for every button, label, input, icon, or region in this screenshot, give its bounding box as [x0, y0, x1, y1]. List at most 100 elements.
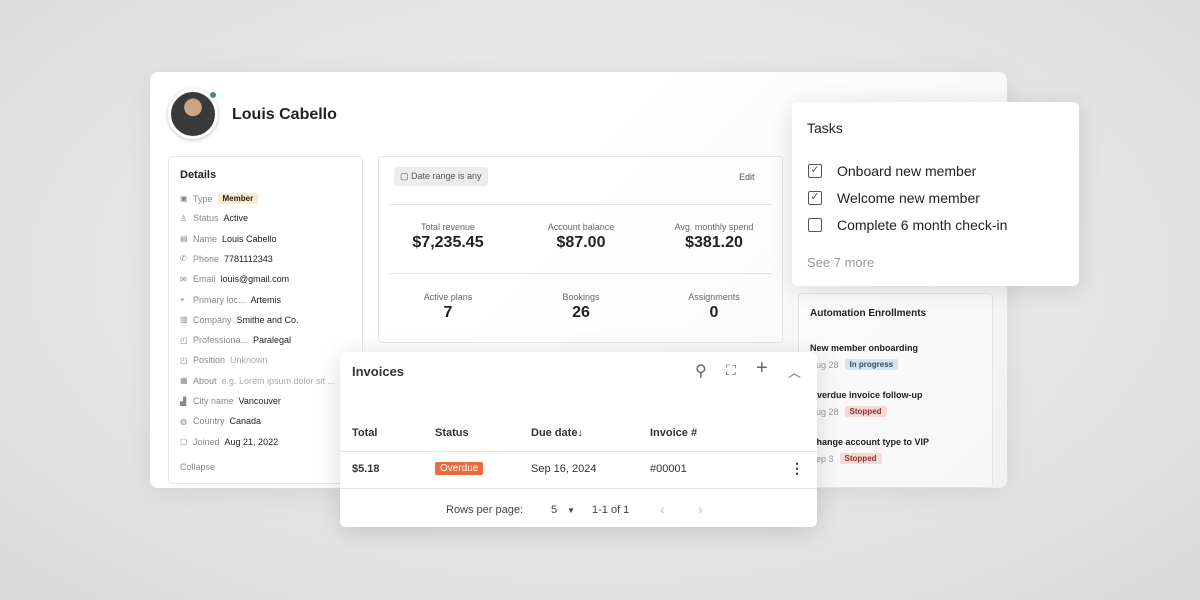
next-page-icon[interactable]: ›	[698, 501, 703, 517]
task-item[interactable]: ✓ Onboard new member	[808, 163, 976, 179]
invoice-due-date: Sep 16, 2024	[531, 463, 597, 475]
detail-row[interactable]: ◰ Professiona... Paralegal	[180, 335, 291, 345]
automation-enrollments-panel: Automation Enrollments New member onboar…	[798, 293, 993, 488]
stat-avg-monthly-spend: Avg. monthly spend $381.20	[674, 222, 754, 251]
calendar-icon: ▢	[400, 171, 412, 181]
detail-value: Active	[223, 213, 249, 224]
detail-value: Louis Cabello	[222, 233, 277, 244]
detail-label: Primary loc...	[193, 294, 246, 305]
stat-assignments: Assignments 0	[688, 292, 740, 321]
task-label: Onboard new member	[837, 163, 977, 179]
automation-name: Overdue invoice follow-up	[810, 390, 923, 400]
detail-label: Joined	[193, 436, 220, 447]
location-pin-icon: ⌖	[180, 294, 185, 304]
column-invoice-number[interactable]: Invoice #	[650, 427, 697, 439]
online-status-dot	[208, 90, 218, 100]
detail-value: Member	[217, 193, 259, 204]
detail-label: Country	[193, 416, 225, 427]
column-total[interactable]: Total	[352, 427, 377, 439]
stat-total-revenue: Total revenue $7,235.45	[412, 222, 484, 251]
automation-status-badge: Stopped	[844, 406, 887, 417]
detail-row[interactable]: ▢ Joined Aug 21, 2022	[180, 437, 278, 447]
detail-value: e.g. Lorem ipsum dolor sit ...	[221, 375, 336, 386]
details-panel: Details ▣ Type Member ♙ Status Active ▤ Name Lou…	[168, 156, 363, 484]
details-title: Details	[180, 169, 217, 181]
dropdown-caret-icon: ▼	[567, 506, 576, 515]
detail-row[interactable]: ⌖ Primary loc... Artemis	[180, 295, 281, 305]
detail-value: 7781112343	[224, 253, 273, 264]
invoices-title: Invoices	[352, 364, 405, 379]
detail-row[interactable]: ✉ Email louis@gmail.com	[180, 274, 289, 284]
detail-row[interactable]: ▦ About e.g. Lorem ipsum dolor sit ...	[180, 376, 335, 386]
automation-title: Automation Enrollments	[810, 308, 927, 319]
detail-row[interactable]: ▤ Name Louis Cabello	[180, 234, 277, 244]
about-icon: ▦	[180, 376, 188, 386]
automation-item[interactable]: New member onboarding Aug 28 In progress	[810, 343, 918, 370]
detail-row[interactable]: ▥ Company Smithe and Co.	[180, 315, 299, 325]
see-more-link[interactable]: See 7 more	[807, 255, 874, 270]
task-item[interactable]: ✓ Welcome new member	[808, 190, 980, 206]
tasks-title: Tasks	[807, 120, 843, 136]
detail-value: louis@gmail.com	[220, 274, 290, 285]
detail-row[interactable]: ♙ Status Active	[180, 213, 248, 223]
detail-row[interactable]: ◰ Position Unknown	[180, 355, 268, 365]
date-range-filter[interactable]: ▢ Date range is any	[394, 167, 488, 186]
detail-row[interactable]: ▣ Type Member	[180, 193, 259, 204]
rows-per-page-label: Rows per page:	[446, 504, 524, 516]
invoice-total: $5.18	[352, 463, 380, 475]
sort-down-arrow-icon: ↓	[577, 427, 583, 439]
detail-label: City name	[193, 396, 234, 406]
prev-page-icon[interactable]: ‹	[660, 501, 665, 517]
checkbox-checked-icon[interactable]: ✓	[808, 191, 822, 205]
company-icon: ▥	[180, 315, 188, 325]
collapse-link[interactable]: Collapse	[180, 462, 215, 472]
detail-label: Status	[193, 213, 219, 224]
detail-label: Phone	[193, 253, 220, 264]
pagination-range: 1-1 of 1	[592, 504, 630, 516]
detail-label: Company	[193, 314, 232, 325]
detail-row[interactable]: ◍ Country Canada	[180, 416, 261, 426]
globe-icon: ◍	[180, 416, 187, 426]
detail-label: Email	[193, 274, 216, 285]
detail-label: Position	[193, 355, 226, 366]
profile-name: Louis Cabello	[232, 106, 337, 123]
task-item[interactable]: Complete 6 month check-in	[808, 217, 1007, 233]
task-label: Complete 6 month check-in	[837, 217, 1008, 233]
detail-row[interactable]: ▟ City name Vancouver	[180, 396, 281, 406]
add-icon[interactable]: +	[756, 357, 768, 380]
detail-value: Vancouver	[238, 396, 281, 406]
column-status[interactable]: Status	[435, 427, 469, 439]
stat-account-balance: Account balance $87.00	[547, 222, 615, 251]
expand-icon[interactable]: ⛶	[726, 362, 736, 379]
automation-name: New member onboarding	[810, 343, 919, 353]
name-card-icon: ▤	[180, 234, 188, 244]
id-card-icon: ▣	[180, 194, 188, 203]
edit-button[interactable]: Edit	[739, 172, 755, 182]
automation-status-badge: In progress	[844, 359, 899, 370]
rows-per-page-select[interactable]: 5 ▼	[551, 504, 575, 516]
detail-value: Artemis	[250, 294, 282, 305]
checkbox-empty-icon[interactable]	[808, 218, 822, 232]
briefcase-icon: ◰	[180, 355, 188, 365]
detail-label: Professiona...	[193, 335, 249, 346]
detail-value: Canada	[229, 416, 262, 427]
row-more-menu-icon[interactable]: ⋮	[790, 460, 804, 477]
detail-value: Aug 21, 2022	[224, 436, 279, 447]
city-icon: ▟	[180, 396, 187, 406]
automation-item[interactable]: Change account type to VIP Sep 3 Stopped	[810, 437, 929, 464]
invoice-number: #00001	[650, 463, 687, 475]
stat-bookings: Bookings 26	[562, 292, 600, 321]
detail-row[interactable]: ✆ Phone 7781112343	[180, 254, 273, 264]
collapse-chevron-up-icon[interactable]: ︿	[788, 362, 801, 381]
detail-label: Name	[193, 233, 218, 244]
column-due-date[interactable]: Due date↓	[531, 427, 583, 439]
invoices-card: Invoices ⚲ ⛶ + ︿ Total Status Due date↓ …	[340, 352, 817, 527]
search-icon[interactable]: ⚲	[695, 361, 707, 381]
detail-label: Type	[193, 193, 213, 204]
task-label: Welcome new member	[837, 190, 980, 206]
email-icon: ✉	[180, 274, 187, 284]
invoice-status-badge: Overdue	[435, 462, 484, 475]
checkbox-checked-icon[interactable]: ✓	[808, 164, 822, 178]
stat-active-plans: Active plans 7	[423, 292, 473, 321]
automation-item[interactable]: Overdue invoice follow-up Aug 28 Stopped	[810, 390, 923, 417]
